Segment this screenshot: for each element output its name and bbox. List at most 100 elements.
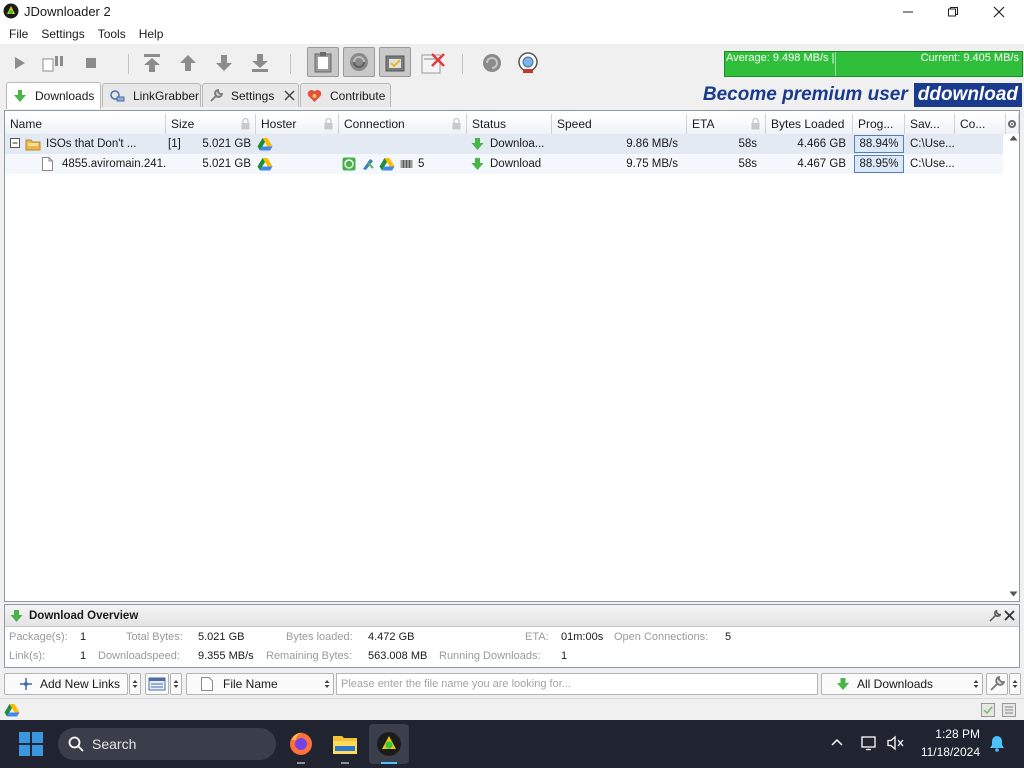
minimize-button[interactable] (885, 0, 931, 24)
downloading-status-icon (471, 137, 484, 151)
wrench-icon (209, 88, 223, 103)
start-downloads-button[interactable] (6, 50, 32, 76)
move-to-bottom-button[interactable] (247, 50, 273, 76)
taskbar-search[interactable]: Search (58, 728, 276, 760)
bottom-bar: Add New Links File Name Please enter the… (0, 670, 1024, 698)
move-down-button[interactable] (211, 50, 237, 76)
quick-settings-button[interactable] (986, 673, 1008, 695)
update-icon (516, 51, 540, 75)
close-window-button[interactable] (976, 0, 1022, 24)
move-up-icon (178, 53, 198, 73)
overview-header: Download Overview (5, 605, 1019, 627)
column-header-comment[interactable]: Co... (955, 114, 1006, 134)
column-header-bytes-loaded[interactable]: Bytes Loaded (766, 114, 853, 134)
clear-list-menu-button[interactable] (170, 673, 182, 695)
shutdown-after-downloads-button[interactable] (418, 50, 448, 76)
title-bar: JDownloader 2 (0, 0, 1024, 24)
status-list-icon[interactable] (1002, 703, 1016, 717)
premium-banner[interactable]: Become premium user ddownload (660, 83, 1022, 107)
package-speed: 9.86 MB/s (626, 138, 678, 150)
column-settings-button[interactable] (1006, 114, 1019, 134)
chevron-up-icon[interactable] (831, 738, 843, 746)
menu-settings[interactable]: Settings (36, 24, 92, 44)
notification-bell-icon[interactable] (989, 735, 1005, 752)
windows-start-icon[interactable] (19, 732, 43, 756)
column-header-progress[interactable]: Prog... (853, 114, 905, 134)
tab-settings[interactable]: Settings (202, 83, 299, 107)
add-links-menu-button[interactable] (129, 673, 141, 695)
status-monitor-icon[interactable] (981, 703, 995, 717)
column-header-save-to[interactable]: Sav... (905, 114, 955, 134)
close-tab-icon[interactable] (284, 90, 295, 101)
vertical-scrollbar[interactable] (1008, 133, 1019, 601)
toolbar-divider (462, 54, 463, 74)
refresh-button[interactable] (479, 50, 505, 76)
search-icon (68, 736, 84, 752)
menu-help[interactable]: Help (134, 24, 172, 44)
search-column-value: File Name (223, 677, 278, 691)
move-to-top-button[interactable] (139, 50, 165, 76)
speed-meter: Average: 9.498 MB/s | Current: 9.405 MB/… (724, 51, 1023, 77)
network-icon[interactable] (861, 735, 877, 751)
speed-meter-divider (835, 52, 836, 76)
table-header: Name Size Hoster Connection Status Speed… (5, 114, 1019, 134)
package-row[interactable]: ISOs that Don't ... [1] 5.021 GB Downloa… (5, 134, 1003, 154)
label-downloadspeed: Downloadspeed: (98, 650, 180, 662)
tab-contribute[interactable]: Contribute (300, 83, 391, 107)
package-eta: 58s (738, 138, 757, 150)
quick-settings-menu-button[interactable] (1009, 673, 1021, 695)
collapse-icon[interactable] (10, 134, 21, 154)
download-filter-select[interactable]: All Downloads (821, 673, 983, 695)
column-header-eta[interactable]: ETA (687, 114, 766, 134)
search-column-select[interactable]: File Name (186, 673, 334, 695)
add-new-links-button[interactable]: Add New Links (4, 673, 128, 695)
column-header-connection[interactable]: Connection (339, 114, 467, 134)
tab-linkgrabber[interactable]: LinkGrabber (102, 83, 201, 107)
premium-toggle-button[interactable] (379, 47, 411, 77)
label-remaining-bytes: Remaining Bytes: (266, 650, 353, 662)
pause-downloads-button[interactable] (40, 50, 66, 76)
spinner-arrows-icon (173, 679, 179, 689)
file-icon (201, 677, 213, 691)
clipboard-observer-button[interactable] (307, 47, 339, 77)
overview-settings-icon[interactable] (989, 610, 1001, 622)
column-header-hoster[interactable]: Hoster (256, 114, 339, 134)
file-explorer-taskbar-icon[interactable] (325, 724, 365, 764)
overview-close-icon[interactable] (1004, 610, 1015, 621)
package-link-count: [1] (168, 138, 181, 150)
gear-icon (1007, 119, 1017, 129)
label-bytes-loaded: Bytes loaded: (286, 631, 353, 643)
column-header-name[interactable]: Name (5, 114, 166, 134)
clock-date[interactable]: 11/18/2024 (921, 745, 980, 759)
spinner-arrows-icon (132, 679, 138, 689)
status-bar (0, 698, 1024, 720)
jdownloader-taskbar-icon[interactable] (369, 724, 409, 764)
link-row[interactable]: 4855.aviromain.241... 5.021 GB 5 Downloa… (5, 154, 1003, 174)
menu-file[interactable]: File (4, 24, 36, 44)
update-button[interactable] (515, 50, 541, 76)
link-progress: 88.95% (854, 155, 904, 173)
tab-downloads[interactable]: Downloads (6, 82, 101, 109)
clear-list-button[interactable] (145, 673, 169, 695)
downloading-status-icon (471, 157, 484, 171)
menu-bar: File Settings Tools Help (0, 24, 1024, 44)
maximize-button[interactable] (930, 0, 976, 24)
google-drive-icon (257, 137, 273, 151)
column-header-size[interactable]: Size (166, 114, 256, 134)
play-icon (12, 56, 26, 70)
file-search-input[interactable]: Please enter the file name you are looki… (336, 673, 818, 695)
stop-downloads-button[interactable] (78, 50, 104, 76)
scroll-down-icon[interactable] (1009, 591, 1018, 597)
menu-tools[interactable]: Tools (93, 24, 134, 44)
link-save-to: C:\Use... (910, 158, 954, 170)
scroll-up-icon[interactable] (1009, 135, 1018, 141)
lock-icon (241, 118, 250, 130)
package-folder-icon (25, 137, 41, 151)
firefox-taskbar-icon[interactable] (281, 724, 321, 764)
volume-muted-icon[interactable] (887, 735, 905, 751)
clock-time[interactable]: 1:28 PM (935, 727, 980, 741)
move-up-button[interactable] (175, 50, 201, 76)
column-header-status[interactable]: Status (467, 114, 552, 134)
reconnect-button[interactable] (343, 47, 375, 77)
column-header-speed[interactable]: Speed (552, 114, 687, 134)
